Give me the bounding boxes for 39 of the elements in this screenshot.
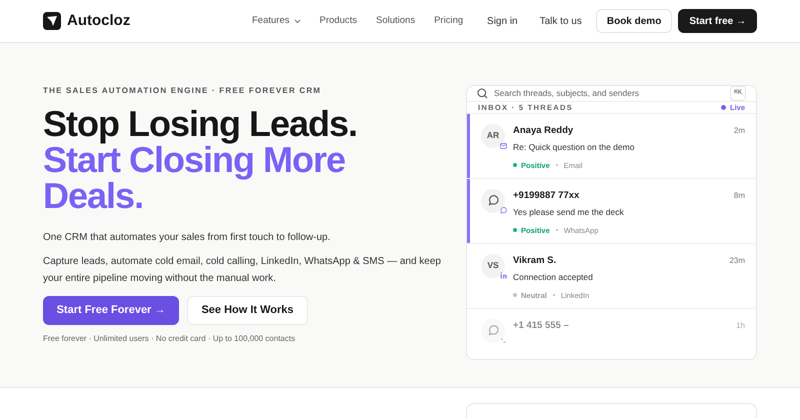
lead-text: One CRM that automates your sales from first touch to follow-up. [43, 231, 332, 245]
sender-name: +1 415 555 – [513, 318, 569, 333]
thread-time: 23m [729, 254, 745, 267]
linkedin-icon [500, 272, 507, 279]
start-free-forever-button[interactable]: Start Free Forever → [43, 296, 179, 325]
sender-name: +9199887 77xx [513, 188, 580, 203]
search-field[interactable]: Search threads, subjects, and senders [494, 86, 724, 100]
body-text: Capture leads, automate cold email, cold calling, LinkedIn, WhatsApp & SMS — and keep your entire pipeline moving without the manual work. [43, 255, 442, 286]
avatar-initials: AR [481, 124, 505, 148]
search-icon [477, 88, 488, 99]
envelope-icon [500, 142, 507, 149]
talk-link[interactable]: Talk to us [532, 14, 590, 28]
thread-time: 8m [734, 190, 745, 202]
phone-icon [500, 336, 507, 344]
chevron-down-icon [294, 18, 300, 24]
thread-subject: Yes please send me the deck [513, 206, 625, 219]
chat-bubble-icon [500, 206, 507, 214]
footnote-text: Free forever · Unlimited users · No credit card · Up to 100,000 contacts [43, 333, 296, 345]
headline: Stop Losing Leads. [43, 106, 358, 142]
sender-name: Vikram S. [513, 254, 556, 268]
sign-in-link[interactable]: Sign in [479, 14, 526, 28]
thread-subject: Re: Quick question on the demo [513, 141, 636, 154]
eyebrow-text: THE SALES AUTOMATION ENGINE · FREE FOREVER CRM [43, 85, 322, 97]
nav-link[interactable]: Pricing [434, 14, 464, 28]
book-demo-button[interactable]: Book demo [596, 9, 672, 33]
nav-link[interactable]: Products [320, 14, 357, 28]
sender-name: Anaya Reddy [513, 124, 574, 138]
thread-time: 2m [734, 124, 745, 137]
see-how-it-works-button[interactable]: See How It Works [187, 296, 308, 325]
nav-link[interactable]: Features [252, 14, 300, 28]
nav-link[interactable]: Solutions [376, 14, 416, 28]
brand-name[interactable]: Autocloz [67, 10, 130, 32]
avatar-initials: VS [481, 254, 505, 278]
chat-bubble-icon [488, 325, 498, 336]
thread-subject: Connection accepted [513, 271, 594, 284]
thread-time: 1h [736, 320, 745, 332]
logo-icon [43, 12, 61, 30]
chat-bubble-icon [488, 195, 498, 206]
start-free-button[interactable]: Start free → [678, 9, 757, 33]
